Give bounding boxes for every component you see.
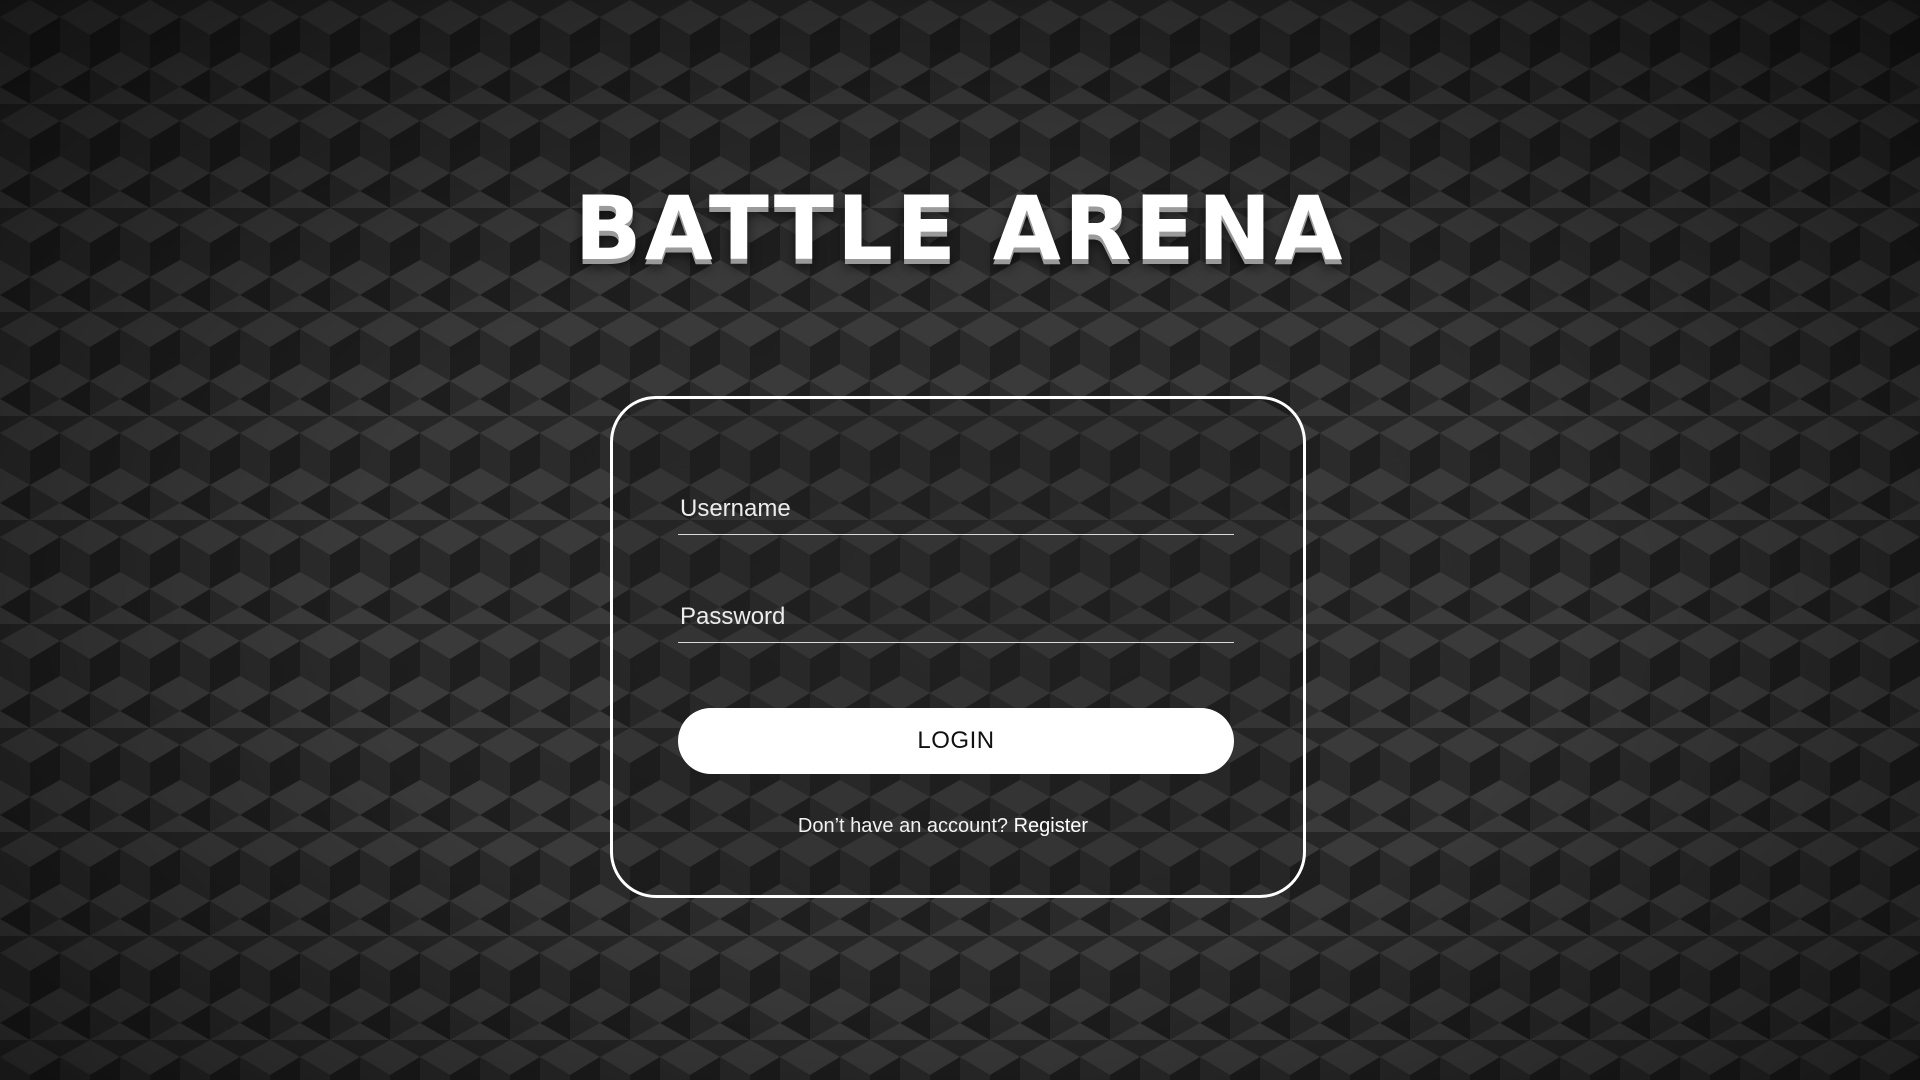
password-field[interactable]: [678, 592, 1234, 643]
username-field[interactable]: [678, 484, 1234, 535]
username-input[interactable]: [678, 484, 1234, 534]
register-link[interactable]: Register: [1014, 815, 1088, 837]
register-row: Don’t have an account? Register: [613, 815, 1273, 838]
login-button[interactable]: LOGIN: [678, 708, 1234, 774]
app-title: BATTLE ARENA: [574, 177, 1346, 280]
password-input[interactable]: [678, 592, 1234, 642]
register-prompt: Don’t have an account?: [797, 815, 1014, 837]
login-panel: LOGIN Don’t have an account? Register: [610, 396, 1306, 898]
